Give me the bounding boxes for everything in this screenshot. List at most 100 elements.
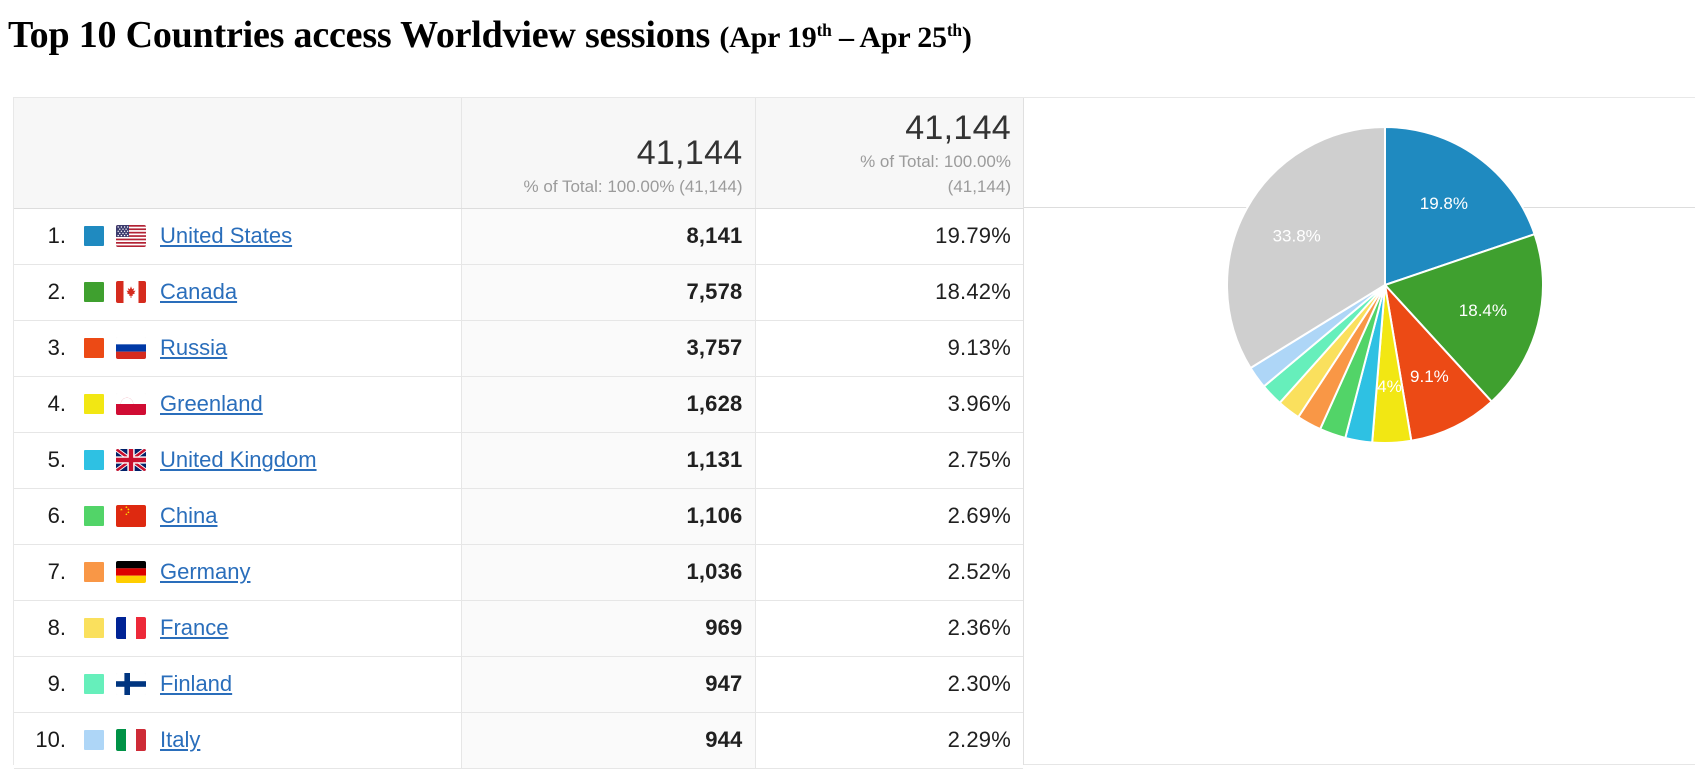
country-link[interactable]: United States [160, 223, 292, 249]
cell-sessions: 969 [461, 600, 756, 657]
date-sup-2: th [946, 20, 962, 40]
flag-icon-fi [116, 673, 146, 695]
report-page: Top 10 Countries access Worldview sessio… [0, 0, 1708, 776]
header-percent-subtext-line1: % of Total: 100.00% [860, 151, 1011, 171]
country-link[interactable]: France [160, 615, 228, 641]
flag-icon-it [116, 729, 146, 751]
cell-sessions: 1,131 [461, 432, 756, 489]
series-color-swatch [84, 282, 104, 302]
cell-country: 2. Canada [14, 264, 462, 321]
header-sessions-subtext: % of Total: 100.00% (41,144) [523, 176, 743, 196]
cell-sessions: 7,578 [461, 264, 756, 321]
cell-sessions: 1,036 [461, 544, 756, 601]
pie-slice-label: 19.8% [1420, 194, 1468, 213]
table-row[interactable]: 6. China 1,106 2.69% [14, 488, 1023, 545]
table-row[interactable]: 8. France 969 2.36% [14, 600, 1023, 657]
header-sessions[interactable]: 41,144 % of Total: 100.00% (41,144) [461, 98, 756, 209]
country-cell: 4. Greenland [14, 377, 449, 432]
table-row[interactable]: 5. United Kingdom 1,131 2.75% [14, 432, 1023, 489]
series-color-swatch [84, 562, 104, 582]
country-link[interactable]: Canada [160, 279, 237, 305]
table-row[interactable]: 7. Germany 1,036 2.52% [14, 544, 1023, 601]
cell-percent: 2.75% [755, 432, 1023, 489]
flag-icon-us [116, 225, 146, 247]
country-cell: 6. China [14, 489, 449, 544]
date-sup-1: th [816, 20, 832, 40]
cell-sessions: 1,628 [461, 376, 756, 433]
date-middle: – Apr 25 [831, 21, 947, 54]
country-link[interactable]: Germany [160, 559, 250, 585]
cell-percent: 2.36% [755, 600, 1023, 657]
pie-slice-label: 18.4% [1459, 301, 1507, 320]
country-cell: 7. Germany [14, 545, 449, 600]
series-color-swatch [84, 338, 104, 358]
country-link[interactable]: Italy [160, 727, 200, 753]
flag-icon-de [116, 561, 146, 583]
country-link[interactable]: Russia [160, 335, 227, 361]
row-rank: 7. [47, 559, 66, 584]
series-color-swatch [84, 730, 104, 750]
country-cell: 10. Italy [14, 713, 449, 768]
countries-table: 41,144 % of Total: 100.00% (41,144) 41,1… [14, 98, 1023, 769]
country-link[interactable]: Finland [160, 671, 232, 697]
header-country [14, 98, 462, 209]
series-color-swatch [84, 450, 104, 470]
cell-country: 9. Finland [14, 656, 462, 713]
table-row[interactable]: 9. Finland 947 2.30% [14, 656, 1023, 713]
page-title: Top 10 Countries access Worldview sessio… [8, 6, 1698, 64]
cell-percent: 2.30% [755, 656, 1023, 713]
pie-svg: 19.8% 18.4% 9.1% 4% 33.8% [1226, 125, 1544, 444]
row-rank: 10. [35, 727, 66, 752]
table-row[interactable]: 1. United States 8,141 19.79% [14, 208, 1023, 265]
country-cell: 9. Finland [14, 657, 449, 712]
report-card: 41,144 % of Total: 100.00% (41,144) 41,1… [13, 97, 1695, 769]
pie-slice-label: 33.8% [1273, 227, 1321, 246]
table-row[interactable]: 4. Greenland 1,628 3.96% [14, 376, 1023, 433]
cell-country: 4. Greenland [14, 376, 462, 433]
header-percent-total: 41,144 [905, 108, 1011, 147]
cell-sessions: 3,757 [461, 320, 756, 377]
country-link[interactable]: United Kingdom [160, 447, 317, 473]
table-row[interactable]: 2. Canada 7,578 18.42% [14, 264, 1023, 321]
row-rank: 4. [47, 391, 66, 416]
pie-slice-label: 9.1% [1410, 367, 1449, 386]
series-color-swatch [84, 506, 104, 526]
cell-country: 1. United States [14, 208, 462, 265]
country-link[interactable]: Greenland [160, 391, 263, 417]
row-rank: 8. [47, 615, 66, 640]
country-cell: 5. United Kingdom [14, 433, 449, 488]
cell-percent: 3.96% [755, 376, 1023, 433]
sessions-pie-chart[interactable]: 19.8% 18.4% 9.1% 4% 33.8% [1220, 120, 1550, 450]
table-row[interactable]: 3. Russia 3,757 9.13% [14, 320, 1023, 377]
pie-chart-panel: 19.8% 18.4% 9.1% 4% 33.8% [1024, 98, 1695, 765]
cell-percent: 2.69% [755, 488, 1023, 545]
row-rank: 6. [47, 503, 66, 528]
header-percent[interactable]: 41,144 % of Total: 100.00% (41,144) [755, 98, 1023, 209]
cell-sessions: 1,106 [461, 488, 756, 545]
series-color-swatch [84, 394, 104, 414]
page-title-text: Top 10 Countries access Worldview sessio… [8, 13, 972, 57]
cell-country: 10. Italy [14, 712, 462, 769]
cell-sessions: 8,141 [461, 208, 756, 265]
page-title-date-range: (Apr 19th – Apr 25th) [719, 20, 972, 54]
header-sessions-total: 41,144 [636, 133, 743, 172]
countries-table-container: 41,144 % of Total: 100.00% (41,144) 41,1… [14, 98, 1024, 769]
table-header: 41,144 % of Total: 100.00% (41,144) 41,1… [14, 98, 1023, 209]
country-cell: 8. France [14, 601, 449, 656]
date-prefix: (Apr 19 [719, 21, 817, 54]
row-rank: 5. [47, 447, 66, 472]
country-cell: 2. Canada [14, 265, 449, 320]
cell-percent: 9.13% [755, 320, 1023, 377]
table-body: 1. United States 8,141 19.79% 2. Canada 7,578 1… [14, 208, 1023, 769]
series-color-swatch [84, 226, 104, 246]
row-rank: 9. [47, 671, 66, 696]
country-link[interactable]: China [160, 503, 217, 529]
row-rank: 2. [47, 279, 66, 304]
row-rank: 3. [47, 335, 66, 360]
table-row[interactable]: 10. Italy 944 2.29% [14, 712, 1023, 769]
cell-percent: 18.42% [755, 264, 1023, 321]
date-suffix: ) [961, 21, 972, 54]
cell-country: 6. China [14, 488, 462, 545]
country-cell: 1. United States [14, 209, 449, 264]
flag-icon-ca [116, 281, 146, 303]
